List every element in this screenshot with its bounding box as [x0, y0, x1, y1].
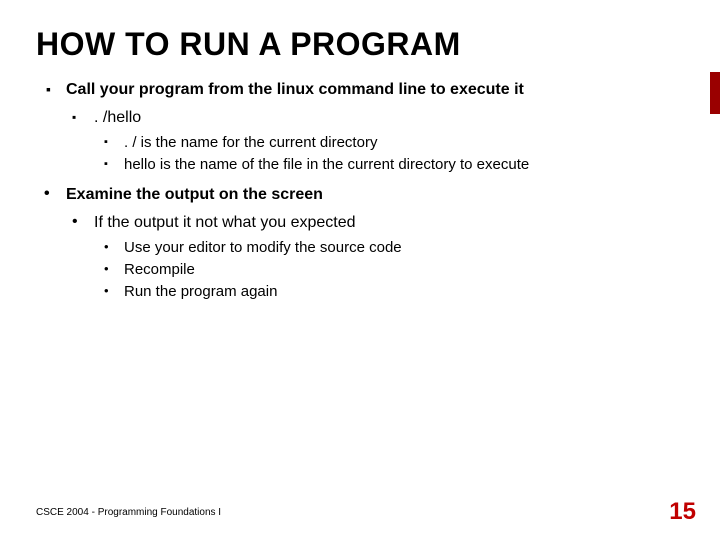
list-item: If the output it not what you expected U… [66, 213, 684, 301]
footer-course: CSCE 2004 - Programming Foundations I [36, 507, 221, 518]
page-number: 15 [669, 498, 696, 526]
text: Call your program from the linux command… [66, 81, 524, 98]
list-level-3: . / is the name for the current director… [94, 134, 684, 176]
slide: HOW TO RUN A PROGRAM Call your program f… [0, 0, 720, 540]
list-item: Run the program again [94, 283, 684, 302]
text: Recompile [124, 261, 195, 278]
text: . /hello [94, 109, 141, 126]
text: hello is the name of the file in the cur… [124, 156, 529, 173]
text: Examine the output on the screen [66, 186, 323, 203]
list-level-3: Use your editor to modify the source cod… [94, 239, 684, 301]
accent-bar [710, 72, 720, 114]
slide-title: HOW TO RUN A PROGRAM [36, 28, 556, 62]
list-item: . / is the name for the current director… [94, 134, 684, 153]
text: . / is the name for the current director… [124, 134, 377, 151]
list-level-2: . /hello . / is the name for the current… [66, 108, 684, 176]
list-item: Use your editor to modify the source cod… [94, 239, 684, 258]
list-item: hello is the name of the file in the cur… [94, 156, 684, 175]
text: Use your editor to modify the source cod… [124, 239, 402, 256]
list-level-1: Examine the output on the screen If the … [36, 185, 684, 301]
list-item: Recompile [94, 261, 684, 280]
list-level-1: Call your program from the linux command… [36, 80, 684, 176]
list-item: Call your program from the linux command… [36, 80, 684, 176]
slide-body: Call your program from the linux command… [36, 80, 684, 302]
list-item: Examine the output on the screen If the … [36, 185, 684, 301]
list-item: . /hello . / is the name for the current… [66, 108, 684, 176]
list-level-2: If the output it not what you expected U… [66, 213, 684, 301]
text: Run the program again [124, 283, 277, 300]
text: If the output it not what you expected [94, 214, 356, 231]
